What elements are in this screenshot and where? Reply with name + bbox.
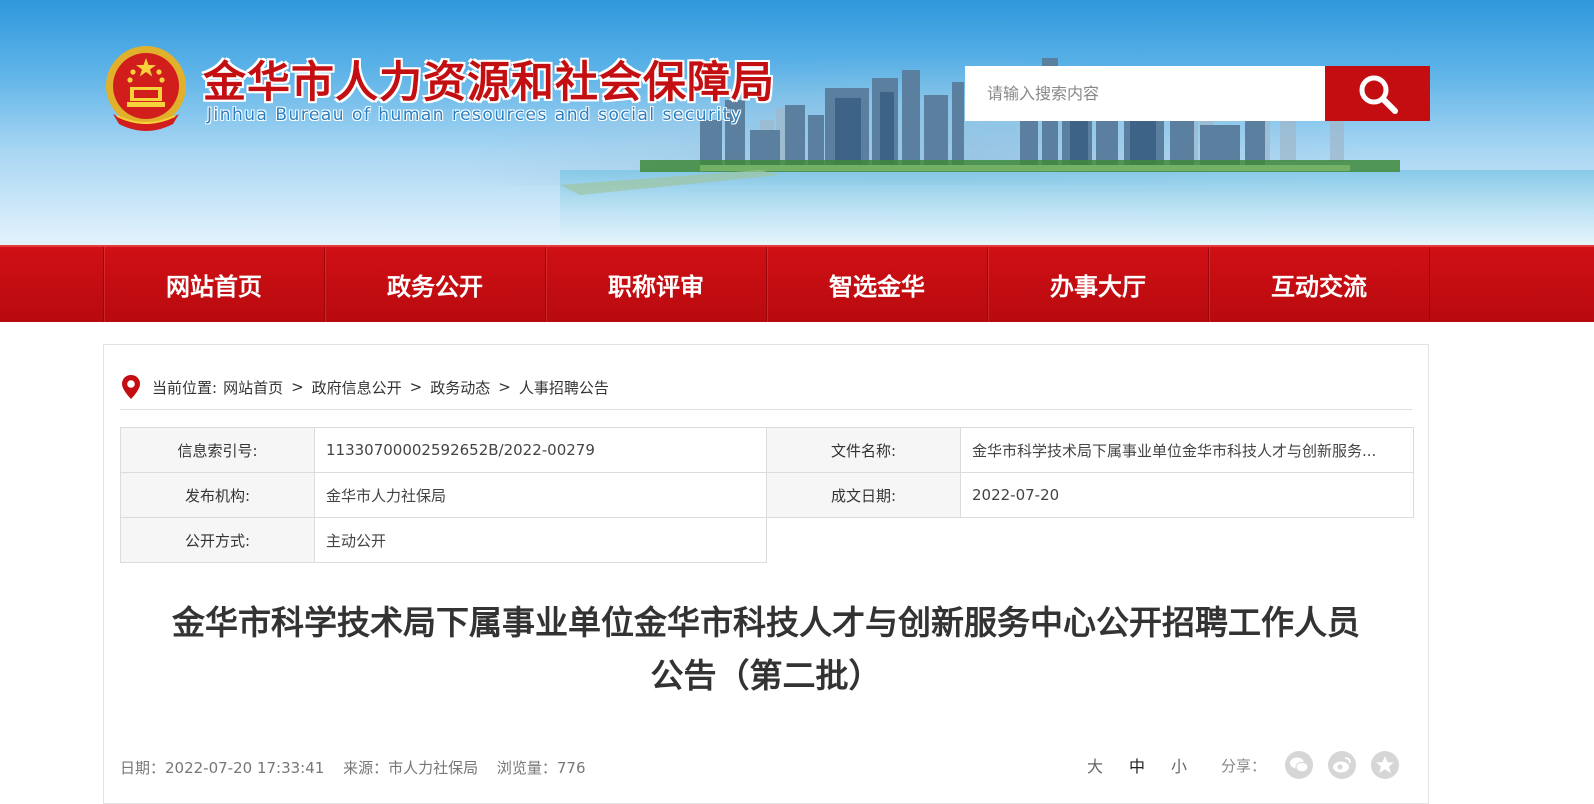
share-wechat-button[interactable] [1285, 751, 1313, 779]
article-date: 日期：2022-07-20 17:33:41 [120, 759, 325, 777]
weibo-icon [1333, 757, 1351, 773]
breadcrumb-gov-info[interactable]: 政府信息公开 [312, 377, 402, 398]
nav-item-title-review[interactable]: 职称评审 [546, 247, 767, 322]
search-button[interactable] [1325, 66, 1430, 121]
article-title-line1: 金华市科学技术局下属事业单位金华市科技人才与创新服务中心公开招聘工作人员 [172, 603, 1360, 642]
font-size-small-button[interactable]: 小 [1171, 753, 1187, 777]
font-size-large-button[interactable]: 大 [1087, 753, 1103, 777]
article-tools: 大 中 小 分享： [1061, 751, 1399, 779]
meta-row: 信息索引号: 11330700002592652B/2022-00279 文件名… [120, 427, 1414, 473]
share-label: 分享： [1220, 756, 1266, 775]
article-info: 日期：2022-07-20 17:33:41 来源：市人力社保局 浏览量：776 [120, 757, 600, 778]
breadcrumb-divider [120, 409, 1412, 410]
nav-item-service-hall[interactable]: 办事大厅 [988, 247, 1209, 322]
nav-item-talent-jinhua[interactable]: 智选金华 [767, 247, 988, 322]
font-size-medium-button[interactable]: 中 [1129, 753, 1145, 777]
content-panel [103, 344, 1429, 804]
meta-row: 发布机构: 金华市人力社保局 成文日期: 2022-07-20 [120, 472, 1414, 518]
publisher-label: 发布机构: [120, 472, 315, 518]
filename-label: 文件名称: [766, 427, 961, 473]
empty-cell [766, 517, 1414, 563]
header-banner: 金华市人力资源和社会保障局 Jinhua Bureau of human res… [0, 0, 1594, 245]
search-box [965, 66, 1430, 121]
publisher-value: 金华市人力社保局 [314, 472, 767, 518]
article-title: 金华市科学技术局下属事业单位金华市科技人才与创新服务中心公开招聘工作人员 公告（… [120, 596, 1412, 702]
wechat-icon [1290, 757, 1309, 773]
search-icon [1359, 75, 1398, 114]
breadcrumb-prefix: 当前位置: [152, 378, 218, 397]
article-source: 来源：市人力社保局 [343, 759, 479, 777]
share-weibo-button[interactable] [1328, 751, 1356, 779]
breadcrumb-separator: > [498, 378, 511, 396]
nav-item-home[interactable]: 网站首页 [104, 247, 325, 322]
search-input[interactable] [965, 66, 1325, 121]
article-meta-bar: 日期：2022-07-20 17:33:41 来源：市人力社保局 浏览量：776… [120, 751, 1412, 779]
article-views: 浏览量：776 [496, 759, 586, 777]
location-pin-icon [122, 375, 140, 399]
nav-item-interaction[interactable]: 互动交流 [1209, 247, 1430, 322]
filename-value: 金华市科学技术局下属事业单位金华市科技人才与创新服务... [960, 427, 1414, 473]
main-nav: 网站首页 政务公开 职称评审 智选金华 办事大厅 互动交流 [0, 245, 1594, 322]
mode-value: 主动公开 [314, 517, 767, 563]
breadcrumb-gov-news[interactable]: 政务动态 [430, 377, 490, 398]
mode-label: 公开方式: [120, 517, 315, 563]
breadcrumb: 当前位置: 网站首页 > 政府信息公开 > 政务动态 > 人事招聘公告 [120, 372, 609, 402]
date-value: 2022-07-20 [960, 472, 1414, 518]
index-label: 信息索引号: [120, 427, 315, 473]
qzone-icon [1376, 756, 1394, 773]
breadcrumb-recruitment[interactable]: 人事招聘公告 [519, 377, 609, 398]
index-value: 11330700002592652B/2022-00279 [314, 427, 767, 473]
breadcrumb-separator: > [409, 378, 423, 396]
article-title-line2: 公告（第二批） [650, 656, 882, 695]
national-emblem-icon [106, 46, 186, 131]
site-subtitle: Jinhua Bureau of human resources and soc… [207, 105, 743, 125]
site-title: 金华市人力资源和社会保障局 [203, 58, 775, 108]
breadcrumb-home[interactable]: 网站首页 [223, 377, 283, 398]
breadcrumb-separator: > [291, 378, 304, 396]
document-meta-table: 信息索引号: 11330700002592652B/2022-00279 文件名… [120, 427, 1414, 563]
share-qzone-button[interactable] [1371, 751, 1399, 779]
meta-row: 公开方式: 主动公开 [120, 517, 1414, 563]
nav-item-gov-affairs[interactable]: 政务公开 [325, 247, 546, 322]
date-label: 成文日期: [766, 472, 961, 518]
